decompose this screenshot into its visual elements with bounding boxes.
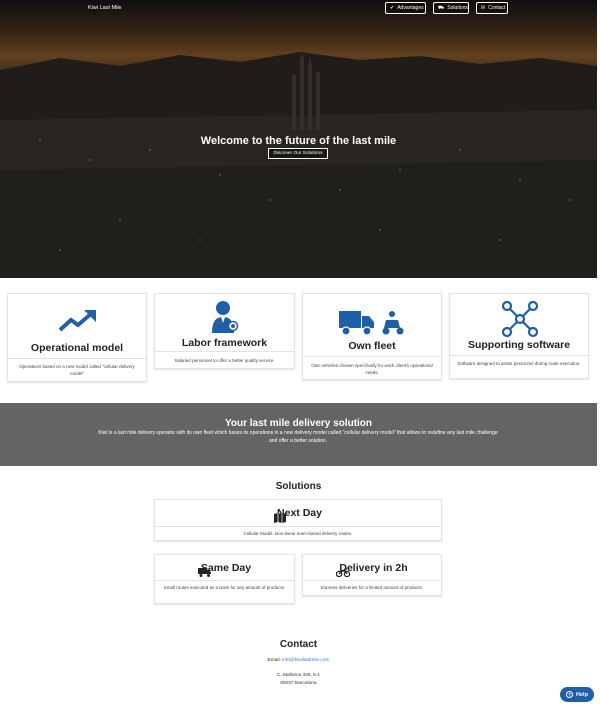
address-line-2: 08037 Barcelona: [280, 681, 317, 686]
advantage-card-operational: Operational model Operations based on a …: [7, 293, 147, 382]
nav-contact-label: Contact: [488, 5, 506, 11]
advantage-title-labor: Labor framework: [181, 337, 268, 349]
check-icon: ✔: [390, 5, 395, 11]
card-divider: [8, 358, 146, 359]
contact-title: Contact: [279, 639, 318, 650]
solution-card-delivery-2h: Delivery in 2h Express deliveries for a …: [302, 554, 442, 596]
network-nodes-icon: [501, 300, 539, 338]
truck-scooter-icon: [339, 311, 404, 336]
card-divider: [155, 580, 294, 581]
solution-desc-delivery-2h: Express deliveries for a limited amount …: [320, 585, 424, 590]
solutions-title: Solutions: [275, 481, 322, 492]
nav-solutions-label: Solutions: [447, 5, 468, 11]
card-divider: [155, 351, 294, 352]
advantage-desc-operational: Operations based on a new model called "…: [19, 364, 135, 376]
card-divider: [155, 526, 441, 527]
card-divider: [450, 355, 588, 356]
solution-card-next-day: Next Day Cellular Model. Non-linear team…: [154, 499, 442, 541]
advantage-card-software: Supporting software Software designed to…: [449, 293, 589, 379]
advantage-desc-labor: Salaried personnel to offer a better qua…: [174, 358, 275, 363]
mission-title: Your last mile delivery solution: [224, 418, 373, 429]
address-line-1: C. Mallorca 336, 5-1: [276, 673, 321, 678]
nav-advantages-button[interactable]: ✔ Advantages: [385, 2, 426, 14]
advantage-title-operational: Operational model: [30, 342, 124, 354]
advantage-title-fleet: Own fleet: [348, 340, 396, 352]
mission-text: Kiwi is a last mile delivery operator wi…: [98, 430, 498, 444]
email-label: Email:: [267, 658, 281, 663]
advantage-desc-fleet: Own vehicles chosen specifically for eac…: [311, 363, 433, 375]
hero-title: Welcome to the future of the last mile: [200, 135, 397, 147]
envelope-icon: ✉: [481, 5, 486, 11]
advantage-card-labor: Labor framework Salaried personnel to of…: [154, 293, 295, 369]
help-circle-icon: ?: [566, 691, 574, 698]
nav-solutions-button[interactable]: ⛟ Solutions: [433, 2, 469, 14]
advantage-card-fleet: Own fleet Own vehicles chosen specifical…: [302, 293, 442, 380]
employee-badge-icon: [212, 301, 239, 333]
discover-solutions-button[interactable]: Discover Our Solutions: [268, 148, 328, 159]
nav-advantages-label: Advantages: [397, 5, 424, 11]
solution-card-same-day: Same Day Small routes executed as a team…: [154, 554, 295, 604]
contact-email-line: Email: info@kiwilastmile.com: [0, 658, 597, 663]
trend-up-icon: [58, 310, 96, 332]
solution-desc-next-day: Cellular Model. Non-linear team-based de…: [243, 531, 353, 536]
card-divider: [303, 580, 441, 581]
truck-icon: ⛟: [438, 4, 445, 11]
help-label: Help: [576, 691, 588, 698]
advantage-desc-software: Software designed to assist personnel du…: [457, 361, 581, 366]
help-button[interactable]: ? Help: [560, 687, 594, 702]
email-link[interactable]: info@kiwilastmile.com: [282, 658, 329, 663]
card-divider: [303, 356, 441, 357]
brand-logo[interactable]: Kiwi Last Mile: [88, 5, 122, 11]
advantage-title-software: Supporting software: [467, 339, 571, 351]
solution-desc-same-day: Small routes executed as a team for any …: [163, 585, 286, 590]
nav-contact-button[interactable]: ✉ Contact: [476, 2, 508, 14]
